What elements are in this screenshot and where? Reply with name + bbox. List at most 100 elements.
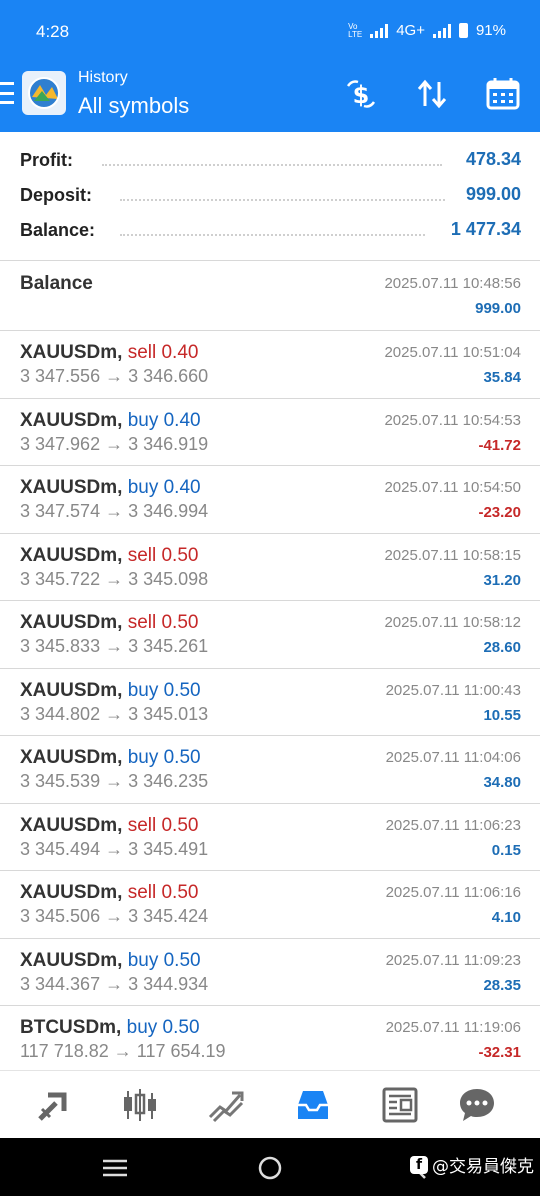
deal-prices: 117 718.82 → 117 654.19 [20, 1041, 226, 1062]
deal-profit: 0.15 [491, 841, 521, 859]
deal-date: 2025.07.11 10:54:50 [384, 479, 521, 496]
deposit-label: Deposit: [20, 185, 92, 205]
deal-row[interactable]: BTCUSDm, buy 0.50 117 718.82 → 117 654.19… [0, 1006, 540, 1074]
deal-profit: 28.60 [483, 639, 521, 656]
deal-side: buy [127, 477, 159, 498]
signal-icon-2 [432, 23, 451, 38]
trade-icon[interactable] [206, 1085, 246, 1125]
home-icon[interactable] [258, 1156, 282, 1185]
deal-date: 2025.07.11 11:06:16 [385, 884, 521, 901]
balance-operation-amount: 999.00 [475, 300, 521, 317]
deal-profit: 35.84 [483, 369, 521, 386]
deal-side: buy [127, 409, 159, 431]
page-title: All symbols [78, 93, 190, 118]
recent-apps-icon[interactable] [102, 1159, 128, 1182]
deal-row[interactable]: XAUUSDm, buy 0.40 3 347.574 → 3 346.994 20… [0, 466, 540, 534]
deal-volume: 0.50 [161, 814, 199, 836]
arrow-right-icon: → [105, 433, 124, 454]
deal-open-price: 3 347.574 [20, 501, 101, 521]
deal-open-price: 3 347.556 [20, 366, 101, 386]
dotted-leader [120, 199, 445, 201]
deal-close-price: 3 345.013 [128, 703, 209, 724]
balance-operation-date: 2025.07.11 10:48:56 [384, 275, 521, 292]
deal-title: XAUUSDm, sell 0.50 [20, 815, 198, 837]
deal-side: buy [127, 679, 159, 701]
deal-volume: 0.50 [163, 949, 201, 971]
deal-close-price: 3 345.098 [128, 568, 209, 589]
balance-operation-row[interactable]: Balance 2025.07.11 10:48:56 999.00 [0, 262, 540, 331]
deal-row[interactable]: XAUUSDm, sell 0.50 3 345.722 → 3 345.098 2… [0, 534, 540, 601]
deal-symbol: XAUUSDm, [20, 342, 123, 363]
deal-row[interactable]: XAUUSDm, sell 0.40 3 347.556 → 3 346.660 2… [0, 331, 540, 399]
balance-label: Balance: [20, 220, 96, 240]
deal-row[interactable]: XAUUSDm, buy 0.50 3 344.802 → 3 345.013 20… [0, 669, 540, 736]
profit-row: Profit: 478.34 [20, 146, 521, 176]
deal-close-price: 117 654.19 [136, 1041, 226, 1061]
deal-title: BTCUSDm, buy 0.50 [20, 1017, 200, 1039]
deal-row[interactable]: XAUUSDm, buy 0.50 3 344.367 → 3 344.934 20… [0, 939, 540, 1006]
profit-value: 478.34 [465, 149, 521, 169]
deal-volume: 0.40 [161, 342, 199, 363]
quotes-icon[interactable] [34, 1085, 74, 1125]
deal-title: XAUUSDm, buy 0.50 [20, 747, 201, 769]
deal-title: XAUUSDm, sell 0.50 [20, 612, 198, 634]
deal-open-price: 3 344.367 [20, 973, 101, 994]
deal-title: XAUUSDm, buy 0.50 [20, 950, 201, 972]
signal-icon [370, 23, 389, 38]
deal-open-price: 117 718.82 [20, 1041, 109, 1061]
deal-volume: 0.50 [161, 882, 199, 903]
profit-label: Profit: [20, 150, 73, 170]
balance-row: Balance: 1 477.34 [20, 216, 521, 246]
deal-date: 2025.07.11 10:51:04 [384, 344, 521, 361]
deal-prices: 3 345.506 → 3 345.424 [20, 906, 208, 927]
arrow-right-icon: → [105, 366, 124, 386]
summary-panel: Profit: 478.34 Deposit: 999.00 Balance: … [0, 132, 540, 261]
deal-close-price: 3 346.235 [128, 771, 209, 791]
deposit-value: 999.00 [465, 184, 521, 204]
deal-volume: 0.50 [161, 612, 199, 633]
deal-side: sell [127, 544, 157, 566]
deal-date: 2025.07.11 10:58:12 [384, 614, 521, 631]
deal-profit: -32.31 [478, 1044, 521, 1061]
deal-open-price: 3 345.506 [20, 906, 101, 926]
deal-prices: 3 344.367 → 3 344.934 [20, 974, 208, 995]
news-icon[interactable] [380, 1085, 420, 1125]
menu-icon[interactable] [0, 82, 14, 104]
facebook-icon: f [410, 1155, 428, 1174]
deal-volume: 0.50 [163, 747, 201, 768]
arrow-right-icon: → [105, 906, 124, 926]
deal-date: 2025.07.11 11:06:23 [385, 816, 521, 834]
deal-symbol: XAUUSDm, [20, 949, 123, 971]
deal-symbol: XAUUSDm, [20, 679, 123, 701]
deal-symbol: XAUUSDm, [20, 612, 123, 633]
chart-icon[interactable] [120, 1085, 160, 1125]
deal-date: 2025.07.11 10:58:15 [384, 546, 521, 564]
bottom-navigation [0, 1070, 540, 1138]
deal-profit: 10.55 [483, 706, 521, 724]
arrow-right-icon: → [105, 568, 124, 589]
deal-row[interactable]: XAUUSDm, sell 0.50 3 345.494 → 3 345.491 2… [0, 804, 540, 871]
calendar-icon[interactable] [485, 76, 521, 112]
deal-side: buy [127, 949, 159, 971]
deal-row[interactable]: XAUUSDm, buy 0.50 3 345.539 → 3 346.235 20… [0, 736, 540, 804]
arrow-right-icon: → [105, 636, 124, 656]
deal-symbol: XAUUSDm, [20, 882, 123, 903]
arrow-right-icon: → [105, 838, 124, 859]
dotted-leader [120, 234, 425, 236]
sort-icon[interactable] [414, 76, 450, 112]
chat-icon[interactable] [457, 1085, 497, 1125]
deal-row[interactable]: XAUUSDm, buy 0.40 3 347.962 → 3 346.919 20… [0, 399, 540, 466]
deal-row[interactable]: XAUUSDm, sell 0.50 3 345.506 → 3 345.424 2… [0, 871, 540, 939]
deal-symbol: XAUUSDm, [20, 544, 123, 566]
deal-volume: 0.40 [163, 409, 201, 431]
deposit-filter-icon[interactable]: $ [343, 76, 379, 112]
history-icon[interactable] [293, 1085, 333, 1125]
deal-prices: 3 345.539 → 3 346.235 [20, 771, 208, 792]
watermark-text: @交易員傑克 [432, 1157, 534, 1177]
balance-operation-label: Balance [20, 273, 93, 294]
deal-close-price: 3 345.261 [128, 636, 209, 656]
status-bar: 4:28 Vo LTE 4G+ 91% [0, 0, 540, 62]
deal-row[interactable]: XAUUSDm, sell 0.50 3 345.833 → 3 345.261 2… [0, 601, 540, 669]
arrow-right-icon: → [113, 1041, 132, 1061]
system-navigation-bar: f @交易員傑克 [0, 1138, 540, 1196]
